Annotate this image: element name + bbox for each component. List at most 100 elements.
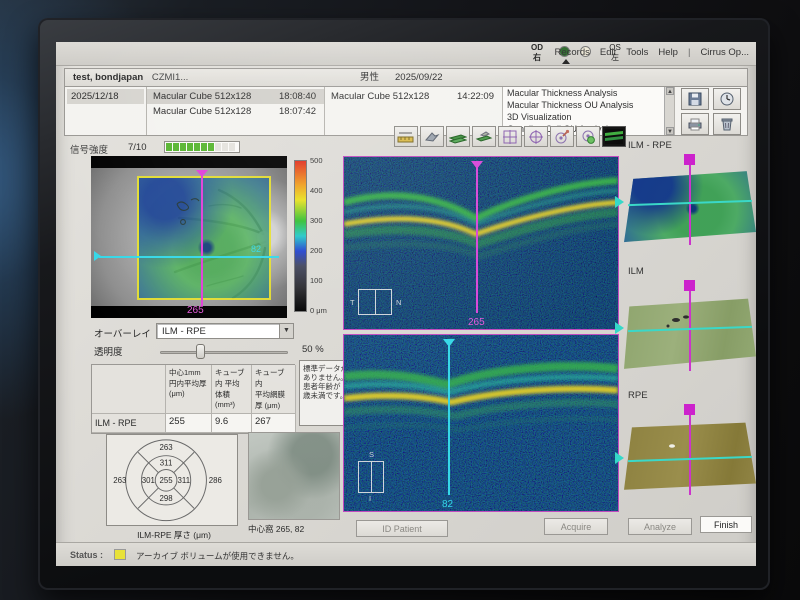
surface-map-rpe[interactable] — [624, 404, 756, 500]
delete-button[interactable] — [713, 113, 741, 135]
etdrs-inner-top: 311 — [160, 459, 173, 468]
status-label: Status : — [70, 550, 103, 560]
map-cursor-handle[interactable] — [684, 404, 695, 415]
table-corner — [92, 365, 166, 414]
target-arrow-icon — [554, 129, 570, 145]
exam-item[interactable]: Macular Cube 512x128 18:07:42 — [147, 104, 324, 119]
slab-layers-tool-button[interactable] — [446, 126, 470, 147]
dropdown-arrow-icon[interactable]: ▼ — [279, 324, 293, 338]
ruler-tool-button[interactable] — [394, 126, 418, 147]
slab-extract-tool-button[interactable] — [472, 126, 496, 147]
map-cursor-handle[interactable] — [684, 154, 695, 165]
bscan-vertical-image — [344, 335, 618, 511]
analyze-button[interactable]: Analyze — [628, 518, 692, 535]
colorbar-label-200: 200 — [310, 246, 344, 255]
fundus-vertical-cursor-handle-icon[interactable] — [196, 170, 208, 177]
od-label: OD — [526, 43, 548, 53]
table-value-volume: 9.6 — [212, 414, 252, 433]
fundus-horizontal-cursor[interactable] — [99, 256, 279, 258]
map-vertical-cursor[interactable] — [689, 291, 691, 371]
trash-icon — [719, 116, 735, 132]
menu-records[interactable]: Records — [554, 47, 589, 58]
table-row-label: ILM - RPE — [92, 414, 166, 433]
fundus-horizontal-cursor-handle-icon[interactable] — [94, 251, 101, 261]
bscan-horizontal-panel[interactable]: 265 T N — [343, 156, 619, 330]
colorbar-label-400: 400 — [310, 186, 344, 195]
etdrs-inner-bottom: 298 — [160, 494, 174, 503]
status-message: アーカイブ ボリュームが使用できません。 — [136, 550, 299, 562]
fundus-vertical-cursor[interactable] — [201, 170, 203, 306]
orient-temporal-label: T — [350, 298, 355, 307]
colorbar-label-500: 500 — [310, 156, 344, 165]
id-patient-button[interactable]: ID Patient — [356, 520, 448, 537]
etdrs-outer-left: 263 — [113, 476, 127, 485]
patient-sex: 男性 — [360, 69, 379, 86]
map-cursor-handle[interactable] — [684, 280, 695, 291]
menu-edit[interactable]: Edit — [600, 47, 616, 58]
save-icon — [687, 91, 703, 107]
bscan-cursor-handle-icon[interactable] — [471, 161, 483, 169]
grid-crosshair-tool-button[interactable] — [498, 126, 522, 147]
thickness-map-tool-button[interactable] — [602, 126, 626, 147]
history-button[interactable] — [713, 88, 741, 110]
target-ring-tool-button[interactable] — [576, 126, 600, 147]
bscan-cursor-line[interactable] — [476, 163, 478, 313]
exam-name: Macular Cube 512x128 — [153, 106, 251, 117]
map-vertical-cursor[interactable] — [689, 165, 691, 245]
overlay-dropdown[interactable]: ILM - RPE ▼ — [156, 323, 294, 339]
map-left-arrow-icon[interactable] — [615, 452, 624, 464]
bscan-vertical-panel[interactable]: 82 S I — [343, 334, 619, 512]
signal-segment — [187, 143, 193, 151]
surface-map-ilm-rpe[interactable] — [624, 154, 756, 250]
analysis-item-macular-thickness-ou[interactable]: Macular Thickness OU Analysis — [503, 99, 674, 111]
thickness-colorbar — [294, 160, 307, 312]
map-vertical-cursor[interactable] — [689, 415, 691, 495]
map-left-arrow-icon[interactable] — [615, 196, 624, 208]
surface-map-ilm[interactable] — [624, 280, 756, 376]
menu-items: RecordsEditToolsHelp|Cirrus Op... — [549, 47, 754, 58]
finish-button[interactable]: Finish — [700, 516, 752, 533]
scroll-up-icon[interactable]: ▲ — [666, 87, 674, 95]
opacity-slider-track[interactable] — [160, 351, 288, 354]
etdrs-center: 255 — [160, 476, 174, 485]
fundus-thickness-panel[interactable]: 82 265 — [91, 156, 287, 318]
exam-item[interactable]: Macular Cube 512x128 14:22:09 — [325, 89, 502, 104]
signal-segment — [173, 143, 179, 151]
patient-name: test, bondjapan — [73, 72, 143, 83]
orientation-indicator — [358, 461, 384, 493]
analysis-scrollbar[interactable]: ▲ ▼ — [664, 87, 674, 135]
3d-view-tool-button[interactable] — [420, 126, 444, 147]
analysis-item-3d-visualization[interactable]: 3D Visualization — [503, 111, 674, 123]
etdrs-grid: 263 311 263 301 255 311 286 298 — [107, 435, 237, 526]
eye-selector-od[interactable]: OD 右 — [526, 43, 548, 65]
orient-inferior-label: I — [369, 494, 371, 503]
exam-list-left: Macular Cube 512x128 18:08:40 Macular Cu… — [147, 87, 325, 135]
etdrs-grid-panel: 263 311 263 301 255 311 286 298 — [106, 434, 238, 526]
status-warning-indicator — [114, 549, 126, 560]
exam-item-selected[interactable]: Macular Cube 512x128 18:08:40 — [147, 89, 324, 104]
target-arrow-tool-button[interactable] — [550, 126, 574, 147]
circle-crosshair-tool-button[interactable] — [524, 126, 548, 147]
menu-cirrus-op[interactable]: Cirrus Op... — [700, 47, 749, 58]
scroll-down-icon[interactable]: ▼ — [666, 127, 674, 135]
menu-help[interactable]: Help — [658, 47, 678, 58]
save-button[interactable] — [681, 88, 709, 110]
map-left-arrow-icon[interactable] — [615, 322, 624, 334]
bscan-vertical-slice-value: 82 — [442, 499, 453, 510]
menu-tools[interactable]: Tools — [626, 47, 648, 58]
patient-device-id: CZMI1... — [152, 72, 188, 83]
thickness-overlay-box[interactable] — [137, 176, 271, 300]
analysis-item-macular-thickness[interactable]: Macular Thickness Analysis — [503, 87, 674, 99]
enface-thumbnail[interactable] — [248, 432, 340, 520]
map-label-rpe: RPE — [628, 390, 648, 401]
signal-strength-value: 7/10 — [128, 142, 147, 153]
print-button[interactable] — [681, 113, 709, 135]
table-header-central: 中心1mm 円内平均厚 (μm) — [166, 365, 212, 414]
bscan-cursor-line[interactable] — [448, 341, 450, 495]
bscan-cursor-handle-icon[interactable] — [443, 339, 455, 347]
opacity-slider-thumb[interactable] — [196, 344, 205, 359]
exam-date[interactable]: 2025/12/18 — [67, 89, 144, 104]
table-header-avg-thickness: キューブ内 平均網膜 厚 (μm) — [252, 365, 296, 414]
acquire-button[interactable]: Acquire — [544, 518, 608, 535]
bscan-horizontal-slice-value: 265 — [468, 317, 485, 328]
